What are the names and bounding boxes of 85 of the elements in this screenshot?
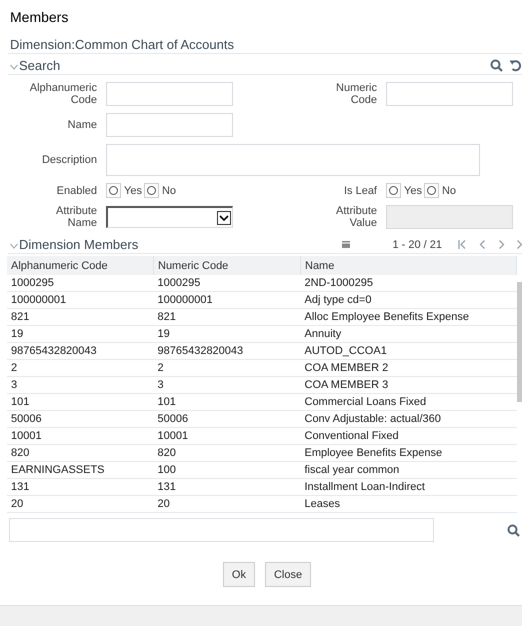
option-label: Yes	[404, 184, 422, 196]
table-cell: COA MEMBER 3	[300, 376, 516, 394]
table-cell: 131	[7, 478, 154, 496]
table-cell: 19	[154, 326, 300, 342]
previous-page-icon[interactable]	[479, 240, 486, 249]
table-cell: 820	[7, 444, 154, 462]
input-field[interactable]	[106, 113, 233, 137]
dimension-label: Dimension:Common Chart of Accounts	[8, 33, 522, 54]
table-cell: 2ND-1000295	[300, 275, 516, 292]
table-cell: Commercial Loans Fixed	[300, 394, 516, 410]
field-label: Attribute Name	[55, 205, 97, 229]
table-cell: 101	[7, 394, 154, 410]
next-page-icon[interactable]	[498, 240, 505, 249]
table-cell: 1000295	[154, 275, 300, 292]
table-cell: 98765432820043	[154, 342, 300, 360]
column-header[interactable]: Numeric Code	[154, 256, 300, 275]
table-cell: Leases	[300, 496, 516, 512]
table-cell: 100	[154, 462, 300, 478]
dialog-title: Members	[9, 8, 70, 27]
first-page-icon[interactable]	[458, 240, 467, 249]
table-cell: 50006	[154, 410, 300, 428]
table-cell: 2	[154, 360, 300, 376]
table-cell: Annuity	[300, 326, 516, 342]
table-cell: 131	[154, 478, 300, 496]
table-cell: 19	[7, 326, 154, 342]
option-label: No	[162, 184, 176, 196]
field-label: Is Leaf	[342, 184, 377, 196]
option-label: No	[442, 184, 456, 196]
table-cell: AUTOD_CCOA1	[300, 342, 516, 360]
field-label: Name	[66, 119, 97, 131]
input-field[interactable]	[386, 82, 513, 106]
table-cell: EARNINGASSETS	[7, 462, 154, 478]
radio-button[interactable]	[426, 186, 436, 195]
table-cell: 2	[7, 360, 154, 376]
table-cell: 1000295	[7, 275, 154, 292]
section-toggle[interactable]: Dimension Members	[10, 237, 138, 252]
search-icon[interactable]	[507, 524, 520, 536]
table-cell: 10001	[7, 428, 154, 444]
filter-field[interactable]	[9, 518, 434, 542]
reset-icon[interactable]	[509, 59, 522, 72]
field-label: Description	[40, 154, 97, 166]
ok-button[interactable]: Ok	[222, 562, 255, 587]
input-field[interactable]	[106, 144, 480, 176]
field-label: Attribute Value	[335, 205, 377, 229]
table-cell: Conv Adjustable: actual/360	[300, 410, 516, 428]
table-cell: 100000001	[154, 292, 300, 308]
field-label: Numeric Code	[335, 82, 377, 106]
table-cell: 3	[7, 376, 154, 394]
radio-button[interactable]	[389, 186, 398, 195]
table-cell: 3	[154, 376, 300, 394]
table-cell: Conventional Fixed	[300, 428, 516, 444]
page-range: 1 - 20 / 21	[392, 238, 442, 250]
last-page-icon[interactable]	[517, 240, 522, 249]
radio-button[interactable]	[146, 186, 156, 195]
caret-icon[interactable]	[217, 210, 231, 224]
column-manager-icon[interactable]	[342, 241, 350, 248]
chevron-down-icon[interactable]	[10, 243, 18, 249]
option-label: Yes	[124, 184, 142, 196]
close-button[interactable]: Close	[264, 562, 312, 587]
table-cell: 100000001	[7, 292, 154, 308]
field-label: Enabled	[56, 184, 97, 196]
section-toggle[interactable]: Search	[10, 58, 60, 73]
dropdown-field[interactable]	[106, 206, 233, 228]
table-cell: 50006	[7, 410, 154, 428]
table-cell: fiscal year common	[300, 462, 516, 478]
table-cell: COA MEMBER 2	[300, 360, 516, 376]
table-cell: 10001	[154, 428, 300, 444]
table-cell: 821	[7, 308, 154, 326]
field-label: Alphanumeric Code	[28, 82, 97, 106]
column-header[interactable]: Name	[300, 256, 516, 275]
table-cell: 20	[7, 496, 154, 512]
table-cell: Alloc Employee Benefits Expense	[300, 308, 516, 326]
table-cell: Adj type cd=0	[300, 292, 516, 308]
input-field[interactable]	[106, 82, 233, 106]
column-header[interactable]: Alphanumeric Code	[7, 256, 154, 275]
chevron-down-icon[interactable]	[10, 64, 18, 70]
table-cell: 101	[154, 394, 300, 410]
search-icon[interactable]	[490, 59, 503, 72]
table-cell: 98765432820043	[7, 342, 154, 360]
table-cell: 820	[154, 444, 300, 462]
table-cell: 20	[154, 496, 300, 512]
radio-button[interactable]	[109, 186, 118, 195]
table-cell: Installment Loan-Indirect	[300, 478, 516, 496]
table-cell: Employee Benefits Expense	[300, 444, 516, 462]
table-cell: 821	[154, 308, 300, 326]
